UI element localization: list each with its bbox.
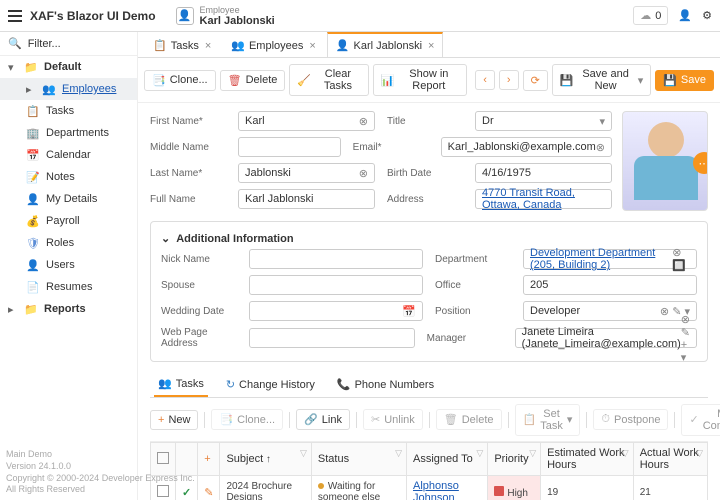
birth-date-input[interactable]: 4/16/1975: [475, 163, 612, 183]
grid-link-button[interactable]: 🔗Link: [296, 409, 350, 430]
tree-payroll[interactable]: 💰Payroll: [0, 210, 137, 232]
menu-icon[interactable]: [8, 10, 22, 22]
first-name-input[interactable]: Karl⊗: [238, 111, 375, 131]
tree-tasks[interactable]: 📋Tasks: [0, 100, 137, 122]
full-name-input[interactable]: Karl Jablonski: [238, 189, 375, 209]
wedding-date-input[interactable]: 📅: [249, 301, 423, 321]
address-input[interactable]: 4770 Transit Road, Ottawa, Canada: [475, 189, 612, 209]
add-row-icon[interactable]: +: [204, 453, 210, 465]
grid-unlink-button[interactable]: ✂ Unlink: [363, 409, 423, 430]
tree-departments[interactable]: 🏢Departments: [0, 122, 137, 144]
spouse-input[interactable]: [249, 275, 423, 295]
edit-icon[interactable]: ✎: [204, 487, 213, 499]
grid-mark-button[interactable]: ✓ Mark Completed: [681, 404, 720, 436]
emp-label: Employee: [200, 5, 275, 15]
additional-info-header[interactable]: ⌄Additional Information: [161, 228, 697, 249]
subtab-change[interactable]: ↻Change History: [222, 372, 319, 397]
nickname-input[interactable]: [249, 249, 423, 269]
middle-name-input[interactable]: [238, 137, 341, 157]
manager-input[interactable]: Janete Limeira (Janete_Limeira@example.c…: [515, 328, 697, 348]
department-input[interactable]: Development Department (205, Building 2)…: [523, 249, 697, 269]
clear-tasks-button[interactable]: 🧹Clear Tasks: [289, 64, 368, 96]
brand: XAF's Blazor UI Demo: [30, 9, 156, 23]
office-input[interactable]: 205: [523, 275, 697, 295]
tree-reports[interactable]: ▸📁Reports: [0, 298, 137, 320]
tab-karl[interactable]: 👤Karl Jablonski×: [327, 32, 444, 57]
employee-photo: ⋯: [622, 111, 708, 211]
last-name-input[interactable]: Jablonski⊗: [238, 163, 375, 183]
notification-badge[interactable]: ☁ 0: [633, 6, 668, 25]
tasks-grid: + Subject ↑▽ Status▽ Assigned To▽ Priori…: [150, 442, 708, 500]
title-input[interactable]: Dr▾: [475, 111, 612, 131]
filter-input[interactable]: 🔍 Filter...: [0, 32, 137, 56]
grid-clone-button[interactable]: 📑 Clone...: [211, 409, 283, 430]
footer: Main DemoVersion 24.1.0.0Copyright © 200…: [6, 449, 195, 496]
employee-icon: 👤: [176, 7, 194, 25]
tree-mydetails[interactable]: 👤My Details: [0, 188, 137, 210]
subtab-phone[interactable]: 📞Phone Numbers: [333, 372, 438, 397]
emp-name: Karl Jablonski: [200, 15, 275, 27]
close-icon[interactable]: ×: [205, 40, 211, 52]
next-button[interactable]: ›: [499, 70, 519, 90]
tab-employees[interactable]: 👥Employees×: [222, 33, 325, 57]
save-new-button[interactable]: 💾Save and New▾: [552, 64, 651, 96]
tree-roles[interactable]: 🛡Roles: [0, 232, 137, 254]
table-row[interactable]: ✓ ✎ 2024 Brochure Designs Waiting for so…: [151, 476, 708, 500]
grid-postpone-button[interactable]: ⏱ Postpone: [593, 409, 668, 430]
tree-users[interactable]: 👤Users: [0, 254, 137, 276]
tree-calendar[interactable]: 📅Calendar: [0, 144, 137, 166]
tree-employees[interactable]: ▸👥Employees: [0, 78, 137, 100]
tree-resumes[interactable]: 📄Resumes: [0, 276, 137, 298]
prev-button[interactable]: ‹: [475, 70, 495, 90]
photo-action-button[interactable]: ⋯: [693, 152, 708, 174]
grid-delete-button[interactable]: 🗑 Delete: [436, 409, 502, 430]
save-button[interactable]: 💾Save: [655, 70, 714, 91]
close-icon[interactable]: ×: [309, 40, 315, 52]
delete-button[interactable]: 🗑Delete: [220, 70, 286, 91]
close-icon[interactable]: ×: [428, 40, 434, 52]
tree-default[interactable]: ▾📁Default: [0, 56, 137, 78]
refresh-button[interactable]: ⟳: [523, 70, 548, 91]
clone-button[interactable]: 📑Clone...: [144, 70, 216, 91]
user-icon[interactable]: 👤: [678, 9, 692, 22]
show-report-button[interactable]: 📊Show in Report: [373, 64, 468, 96]
grid-settask-button[interactable]: 📋 Set Task▾: [515, 404, 581, 436]
grid-new-button[interactable]: +New: [150, 410, 198, 430]
webpage-input[interactable]: [249, 328, 415, 348]
subtab-tasks[interactable]: 👥Tasks: [154, 372, 208, 397]
gear-icon[interactable]: ⚙: [702, 9, 712, 22]
tab-tasks[interactable]: 📋Tasks×: [144, 33, 220, 57]
tree-notes[interactable]: 📝Notes: [0, 166, 137, 188]
email-input[interactable]: Karl_Jablonski@example.com⊗: [441, 137, 612, 157]
position-input[interactable]: Developer⊗ ✎ ▾: [523, 301, 697, 321]
